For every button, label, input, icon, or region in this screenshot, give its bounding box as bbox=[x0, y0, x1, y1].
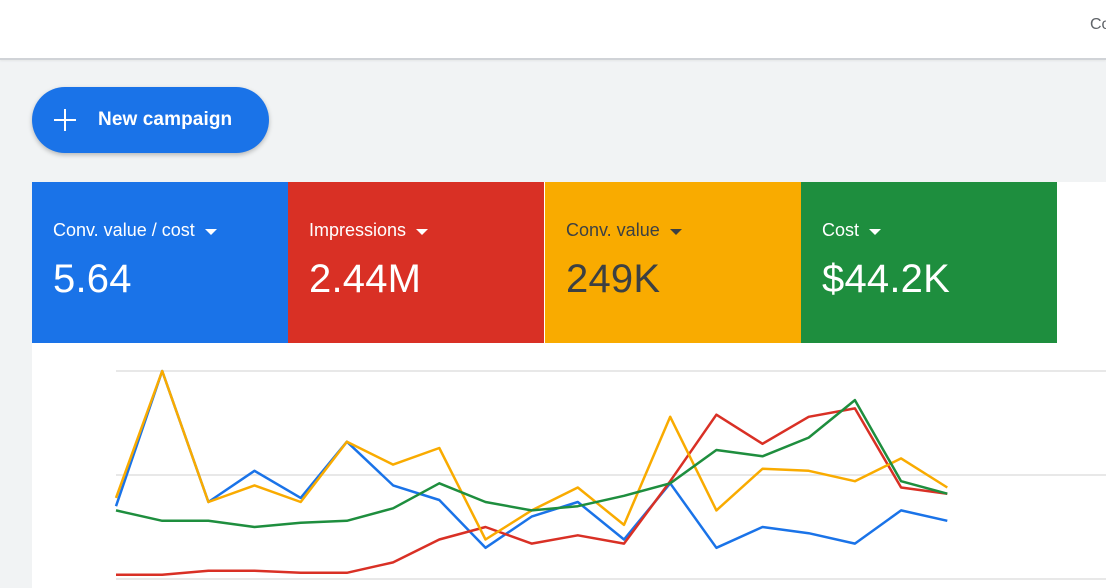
metric-label-text: Conv. value bbox=[566, 220, 660, 240]
caret-down-icon[interactable] bbox=[204, 228, 217, 235]
performance-line-chart bbox=[114, 369, 1106, 580]
caret-down-icon[interactable] bbox=[869, 228, 882, 235]
series-line-3 bbox=[115, 398, 948, 529]
metric-card-value: 2.44M bbox=[309, 257, 422, 301]
metric-label-text: Impressions bbox=[309, 220, 407, 240]
metric-card-conv-value-cost[interactable]: Conv. value / cost 5.64 bbox=[32, 182, 288, 343]
series-line-0 bbox=[114, 369, 948, 550]
new-campaign-button[interactable]: New campaign bbox=[32, 87, 269, 153]
top-bar: Co bbox=[0, 0, 1106, 60]
series-line-2 bbox=[114, 369, 948, 541]
overview-panel: Conv. value / cost 5.64 Impressions 2.44… bbox=[32, 182, 1106, 588]
metric-card-cost[interactable]: Cost $44.2K bbox=[801, 182, 1057, 343]
metric-label-text: Cost bbox=[822, 220, 860, 240]
plus-icon bbox=[54, 109, 76, 131]
caret-down-icon[interactable] bbox=[416, 228, 429, 235]
metric-card-impressions[interactable]: Impressions 2.44M bbox=[288, 182, 544, 343]
metric-card-value: 249K bbox=[566, 257, 661, 301]
metric-card-label: Conv. value bbox=[566, 220, 801, 241]
metric-card-label: Conv. value / cost bbox=[53, 220, 288, 241]
metric-card-value: 5.64 bbox=[53, 257, 132, 301]
caret-down-icon[interactable] bbox=[669, 228, 682, 235]
metric-card-value: $44.2K bbox=[822, 257, 950, 301]
metric-card-conv-value[interactable]: Conv. value 249K bbox=[545, 182, 801, 343]
new-campaign-label: New campaign bbox=[98, 109, 233, 130]
metric-card-label: Impressions bbox=[309, 220, 544, 241]
header-cut-text: Co bbox=[1090, 16, 1106, 33]
metric-label-text: Conv. value / cost bbox=[53, 220, 195, 240]
metric-card-label: Cost bbox=[822, 220, 1057, 241]
